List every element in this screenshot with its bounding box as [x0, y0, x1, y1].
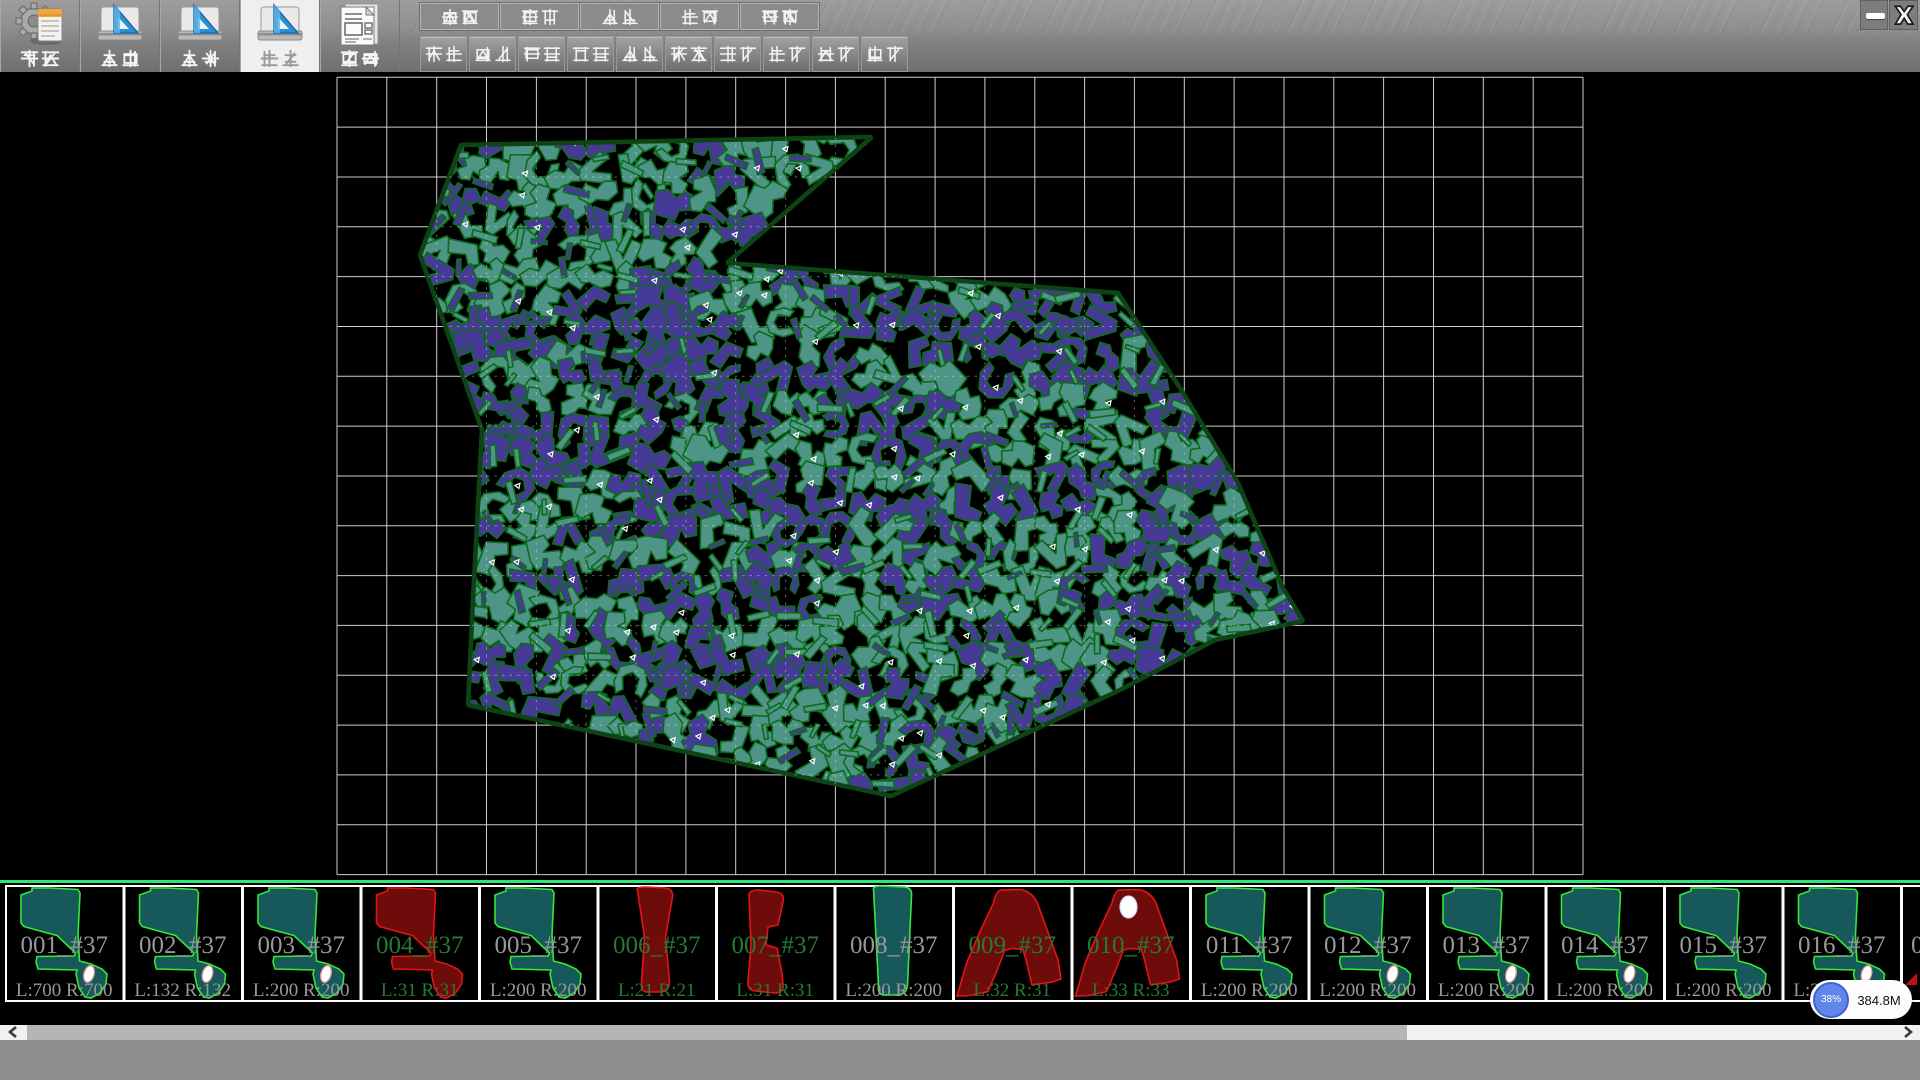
svg-text:001_#37: 001_#37 [20, 932, 108, 959]
svg-text:013_#37: 013_#37 [1442, 932, 1530, 959]
svg-text:003_#37: 003_#37 [257, 932, 345, 959]
svg-text:005_#37: 005_#37 [494, 932, 582, 959]
svg-text:L:200 R:200: L:200 R:200 [1201, 980, 1298, 1001]
svg-text:L:200 R:200: L:200 R:200 [845, 980, 942, 1001]
svg-text:010_#37: 010_#37 [1087, 932, 1175, 959]
svg-text:012_#37: 012_#37 [1324, 932, 1412, 959]
svg-text:L:200 R:200: L:200 R:200 [1675, 980, 1772, 1001]
svg-text:L:31 R:31: L:31 R:31 [381, 980, 459, 1001]
svg-text:L:200 R:200: L:200 R:200 [1438, 980, 1535, 1001]
svg-text:L:33 R:33: L:33 R:33 [1092, 980, 1170, 1001]
svg-text:L:32 R:31: L:32 R:31 [973, 980, 1051, 1001]
svg-text:014_#37: 014_#37 [1561, 932, 1649, 959]
svg-text:007_#37: 007_#37 [731, 932, 819, 959]
svg-text:L:132 R:132: L:132 R:132 [134, 980, 231, 1001]
svg-text:L:200 R:200: L:200 R:200 [1319, 980, 1416, 1001]
svg-text:0: 0 [1911, 932, 1920, 959]
svg-text:009_#37: 009_#37 [968, 932, 1055, 959]
svg-text:011_#37: 011_#37 [1206, 932, 1293, 959]
svg-text:016_#37: 016_#37 [1798, 932, 1886, 959]
svg-text:L:21 R:21: L:21 R:21 [618, 980, 696, 1001]
svg-text:015_#37: 015_#37 [1679, 932, 1767, 959]
svg-text:L:200 R:200: L:200 R:200 [1556, 980, 1653, 1001]
svg-text:L:31 R:31: L:31 R:31 [736, 980, 814, 1001]
svg-text:008_#37: 008_#37 [850, 932, 938, 959]
svg-text:002_#37: 002_#37 [139, 932, 227, 959]
svg-text:006_#37: 006_#37 [613, 932, 701, 959]
svg-text:004_#37: 004_#37 [376, 932, 464, 959]
svg-text:L:700 R:700: L:700 R:700 [16, 980, 113, 1001]
svg-text:L:200 R:200: L:200 R:200 [490, 980, 587, 1001]
svg-text:L:200 R:200: L:200 R:200 [253, 980, 350, 1001]
